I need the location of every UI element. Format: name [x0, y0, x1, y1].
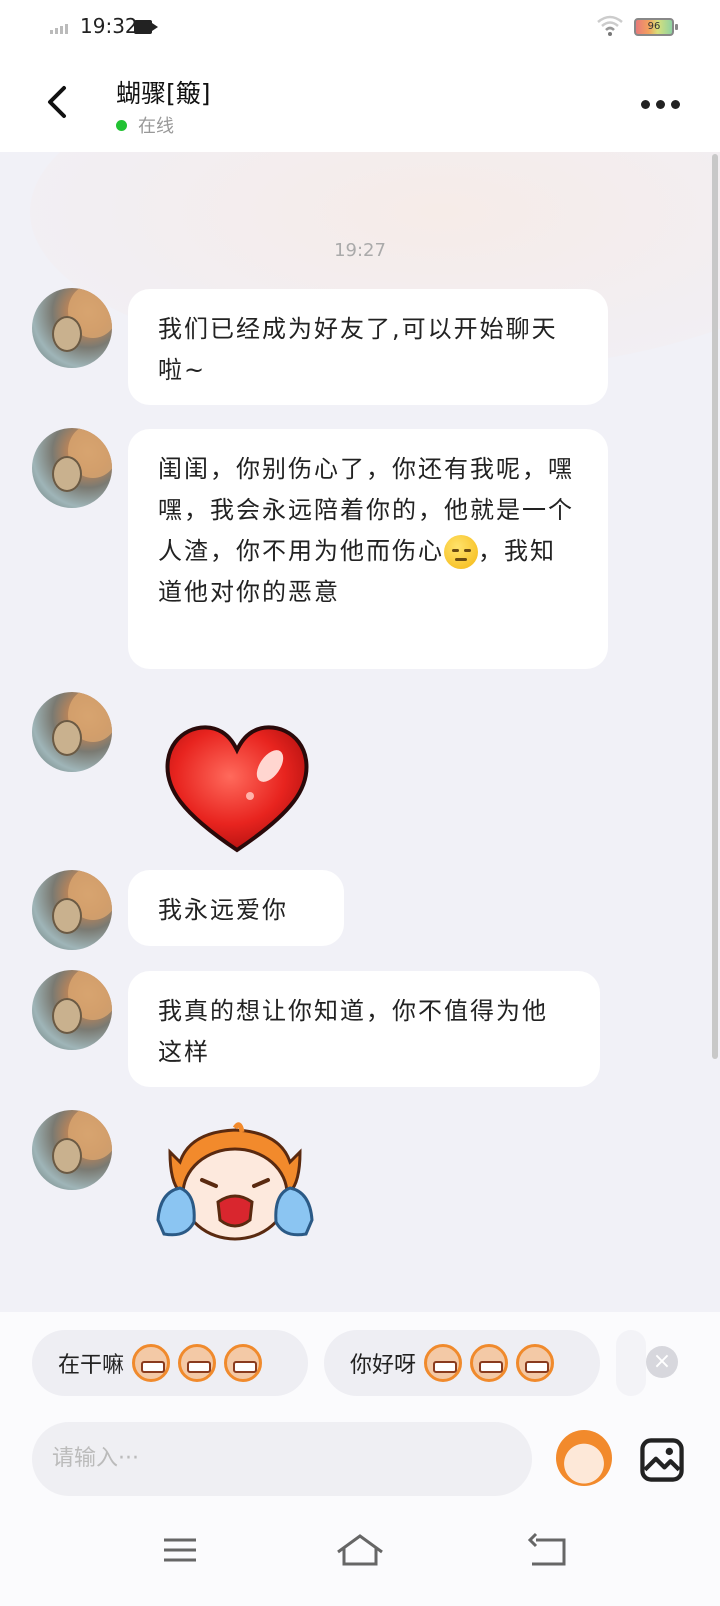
message-text: 我永远爱你 — [158, 896, 288, 924]
avatar[interactable] — [32, 692, 112, 772]
quick-reply-chip-partial[interactable] — [616, 1330, 646, 1396]
close-icon[interactable]: × — [646, 1346, 678, 1378]
message-text: 我们已经成为好友了,可以开始聊天啦~ — [158, 315, 558, 384]
contact-name: 蝴骤[簸] — [116, 79, 211, 108]
online-status: 在线 — [116, 112, 174, 138]
red-heart-sticker[interactable] — [162, 718, 312, 858]
avatar[interactable] — [32, 428, 112, 508]
mascot-grin-icon — [178, 1344, 217, 1382]
bottom-panel: 在干嘛 你好呀 × 请输入··· — [0, 1312, 720, 1606]
avatar[interactable] — [32, 870, 112, 950]
chevron-left-icon[interactable] — [40, 82, 76, 122]
mascot-surprised-icon — [424, 1344, 463, 1382]
message-bubble[interactable]: 闺闺，你别伤心了，你还有我呢，嘿嘿，我会永远陪着你的，他就是一个人渣，你不用为他… — [128, 429, 608, 669]
message-input[interactable]: 请输入··· — [32, 1422, 532, 1496]
menu-nav-icon[interactable] — [164, 1538, 196, 1562]
sticker-icon[interactable] — [556, 1430, 612, 1486]
avatar[interactable] — [32, 970, 112, 1050]
avatar[interactable] — [32, 288, 112, 368]
image-icon[interactable] — [640, 1438, 684, 1482]
message-bubble[interactable]: 我永远爱你 — [128, 870, 344, 946]
mascot-surprised-icon — [516, 1344, 555, 1382]
avatar[interactable] — [32, 1110, 112, 1190]
back-nav-icon[interactable] — [527, 1532, 566, 1566]
mascot-surprised-icon — [470, 1344, 509, 1382]
quick-reply-label: 你好呀 — [350, 1353, 417, 1378]
mascot-grin-icon — [224, 1344, 263, 1382]
status-bar: 19:32 96 — [0, 0, 720, 56]
quick-reply-chip[interactable]: 你好呀 — [324, 1330, 600, 1396]
system-navigation-bar — [164, 1532, 566, 1566]
mascot-grin-icon — [132, 1344, 171, 1382]
chat-area[interactable]: 19:27 我们已经成为好友了,可以开始聊天啦~ 闺闺，你别伤心了，你还有我呢，… — [0, 152, 720, 1312]
signal-icon — [50, 24, 68, 34]
pensive-face-icon — [444, 535, 478, 569]
chat-header: 蝴骤[簸] 在线 — [0, 56, 720, 152]
camera-icon — [134, 20, 158, 34]
online-dot-icon — [116, 119, 127, 131]
message-bubble[interactable]: 我真的想让你知道，你不值得为他这样 — [128, 971, 600, 1087]
crying-mascot-sticker[interactable] — [150, 1122, 320, 1252]
home-nav-icon[interactable] — [337, 1534, 383, 1566]
battery-level: 96 — [647, 21, 661, 32]
online-status-label: 在线 — [138, 116, 174, 137]
battery-icon: 96 — [634, 18, 678, 36]
quick-reply-label: 在干嘛 — [58, 1353, 125, 1378]
message-text: 我真的想让你知道，你不值得为他这样 — [158, 997, 548, 1066]
message-timestamp: 19:27 — [334, 240, 386, 261]
quick-reply-chip[interactable]: 在干嘛 — [32, 1330, 308, 1396]
message-bubble[interactable]: 我们已经成为好友了,可以开始聊天啦~ — [128, 289, 608, 405]
more-dots-icon[interactable] — [641, 100, 680, 109]
wifi-icon — [597, 15, 623, 36]
scrollbar[interactable] — [712, 154, 718, 1059]
status-time: 19:32 — [80, 14, 138, 38]
